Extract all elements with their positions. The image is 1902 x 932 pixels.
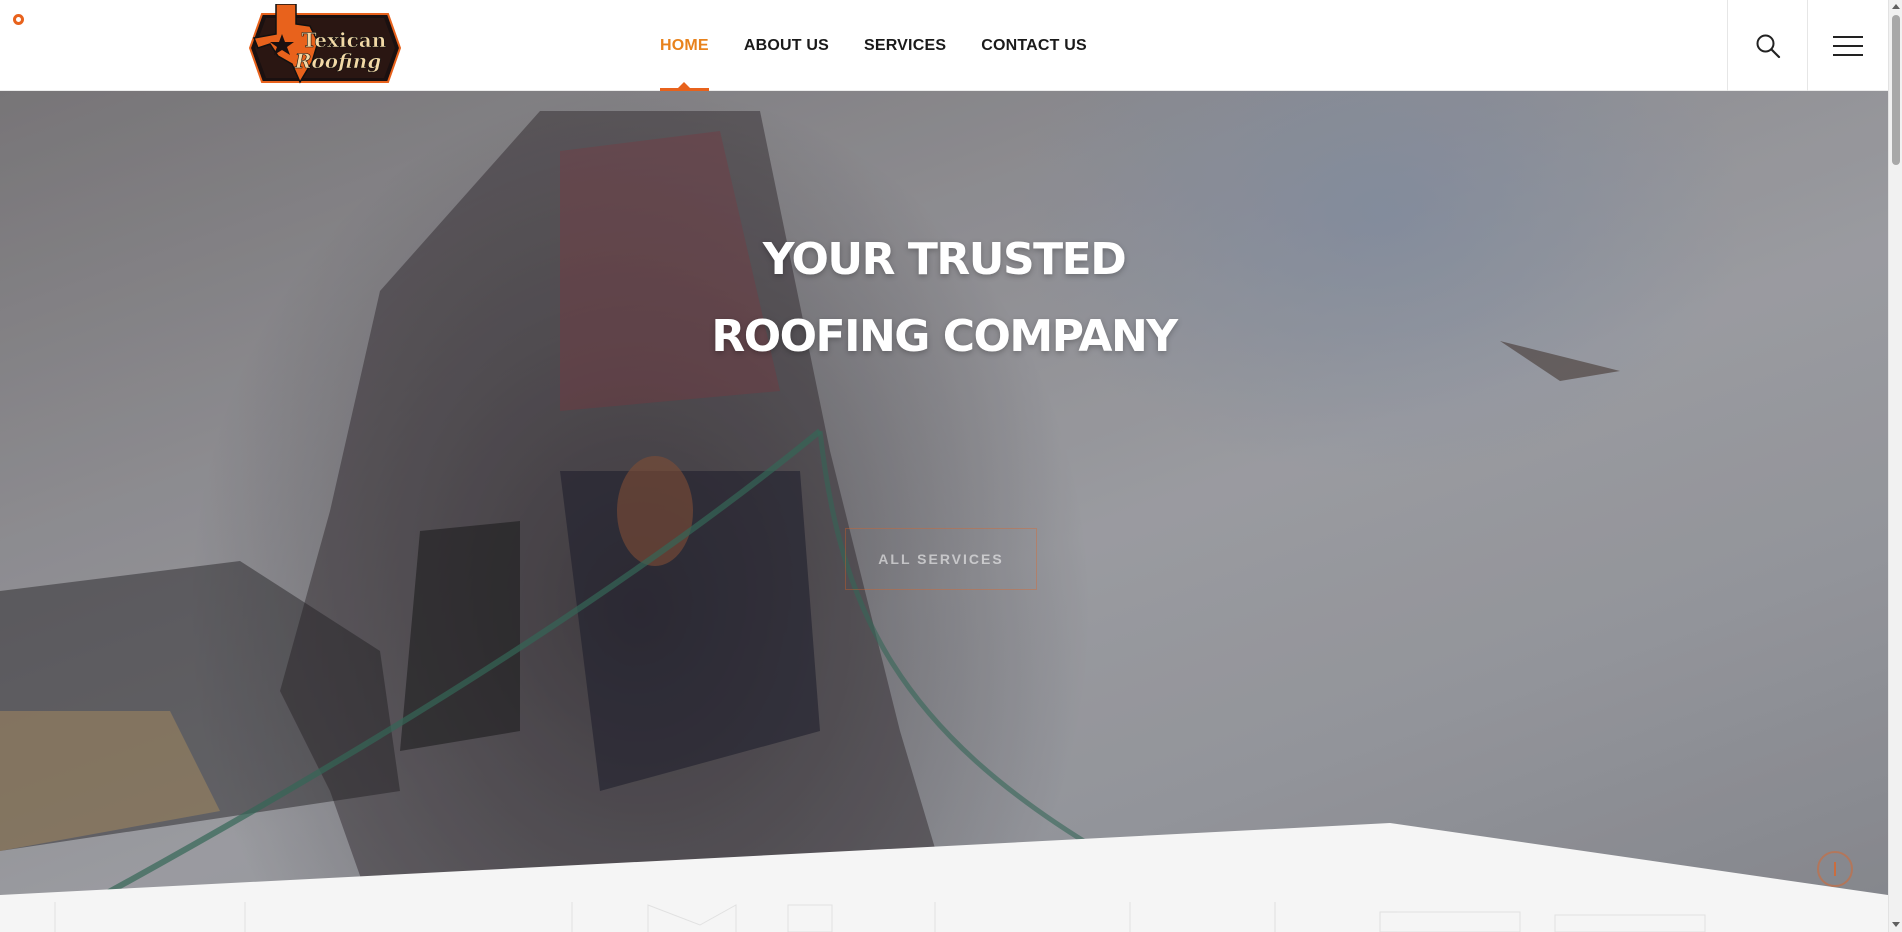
hamburger-menu-icon [1832,35,1863,56]
site-header: Texican Roofing HOME ABOUT US SERVICES C… [0,0,1888,91]
all-services-button[interactable]: ALL SERVICES [845,528,1037,590]
scrollbar-thumb[interactable] [1892,15,1900,165]
hero-section: YOUR TRUSTED ROOFING COMPANY ALL SERVICE… [0,91,1888,932]
hero-title-line1: YOUR TRUSTED [762,234,1127,285]
nav-services[interactable]: SERVICES [864,0,946,91]
nav-contact-us[interactable]: CONTACT US [981,0,1087,91]
loader-dot-icon [13,14,24,25]
hero-title-line2: ROOFING COMPANY [711,311,1178,362]
scroll-to-top-button[interactable] [1817,851,1853,887]
scroll-to-top-icon [1834,862,1836,876]
hero-overlay [0,91,1888,932]
nav-about-us[interactable]: ABOUT US [744,0,829,91]
page-scrollbar[interactable] [1888,0,1902,932]
scroll-down-arrow-icon[interactable] [1892,922,1900,927]
menu-button[interactable] [1807,0,1887,91]
search-button[interactable] [1727,0,1807,91]
scroll-up-arrow-icon[interactable] [1892,4,1900,9]
search-icon [1756,34,1780,58]
nav-home[interactable]: HOME [660,0,709,91]
company-logo[interactable]: Texican Roofing [248,4,402,92]
logo-text-line2: Roofing [294,49,381,73]
main-nav: HOME ABOUT US SERVICES CONTACT US [660,0,1122,91]
